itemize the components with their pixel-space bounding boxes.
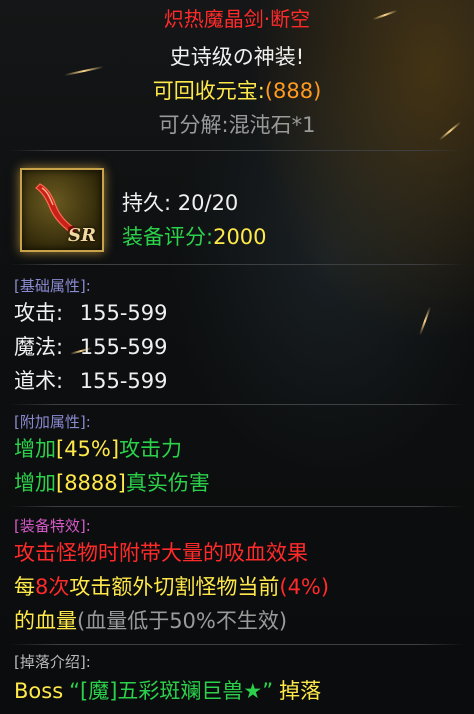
attr-value: 155-599 [79,335,168,359]
special-note: (血量低于50%不生效) [77,609,288,633]
special-text: 的血量 [14,609,77,633]
extra-attr-prefix: 增加 [14,437,56,461]
item-name: 炽热魔晶剑·断空 [163,7,311,31]
drop-boss: Boss [14,679,64,703]
special-line-2: 每8次攻击额外切割怪物当前(4%) [14,574,329,600]
drop-suffix: 掉落 [279,679,322,703]
recycle-row: 可回收元宝:(888) [0,78,474,104]
extra-attr-row: 增加[8888]真实伤害 [14,470,210,496]
item-tooltip-panel: 炽热魔晶剑·断空 史诗级の神装! 可回收元宝:(888) 可分解:混沌石*1 S… [0,0,474,714]
drop-header: [掉落介绍]: [14,653,91,671]
extra-attrs-header: [附加属性]: [14,413,91,431]
divider [10,404,464,405]
extra-attr-value: [45%] [56,437,120,461]
recycle-label: 可回收元宝: [152,79,265,103]
special-text: 每 [14,575,35,599]
score-row: 装备评分:2000 [122,224,267,250]
durability-value: 20/20 [177,191,239,215]
attr-row: 道术: 155-599 [14,368,168,394]
recycle-value: (888) [264,79,322,103]
drop-monster: “[魔]五彩斑斓巨兽★” [69,679,274,703]
attr-label: 道术: [14,369,64,393]
special-line-3: 的血量(血量低于50%不生效) [14,608,287,634]
durability-row: 持久: 20/20 [122,190,238,216]
divider [10,264,464,265]
attr-value: 155-599 [79,369,168,393]
divider [10,150,464,151]
attr-label: 魔法: [14,335,64,359]
extra-attr-value: [8888] [56,471,126,495]
attr-value: 155-599 [79,301,168,325]
sr-badge: SR [68,225,96,246]
special-count: 8次 [35,575,70,599]
extra-attr-suffix: 攻击力 [119,437,183,461]
decompose-info: 可分解:混沌石*1 [158,113,316,137]
durability-label: 持久: [122,191,172,215]
score-label: 装备评分: [122,225,214,249]
base-attrs-header: [基础属性]: [14,277,91,295]
divider [10,506,464,507]
item-icon[interactable]: SR [20,168,104,252]
extra-attr-row: 增加[45%]攻击力 [14,436,182,462]
extra-attr-prefix: 增加 [14,471,56,495]
drop-row: Boss “[魔]五彩斑斓巨兽★” 掉落 [14,678,321,704]
attr-row: 魔法: 155-599 [14,334,168,360]
attr-row: 攻击: 155-599 [14,300,168,326]
special-header: [装备特效]: [14,517,91,535]
special-text: 攻击额外切割怪物当前 [69,575,280,599]
item-quality: 史诗级の神装! [169,45,305,69]
extra-attr-suffix: 真实伤害 [125,471,210,495]
attr-label: 攻击: [14,301,64,325]
special-percent: (4%) [279,575,330,599]
special-line-1: 攻击怪物时附带大量的吸血效果 [14,541,308,565]
score-value: 2000 [213,225,267,249]
divider [10,644,464,645]
